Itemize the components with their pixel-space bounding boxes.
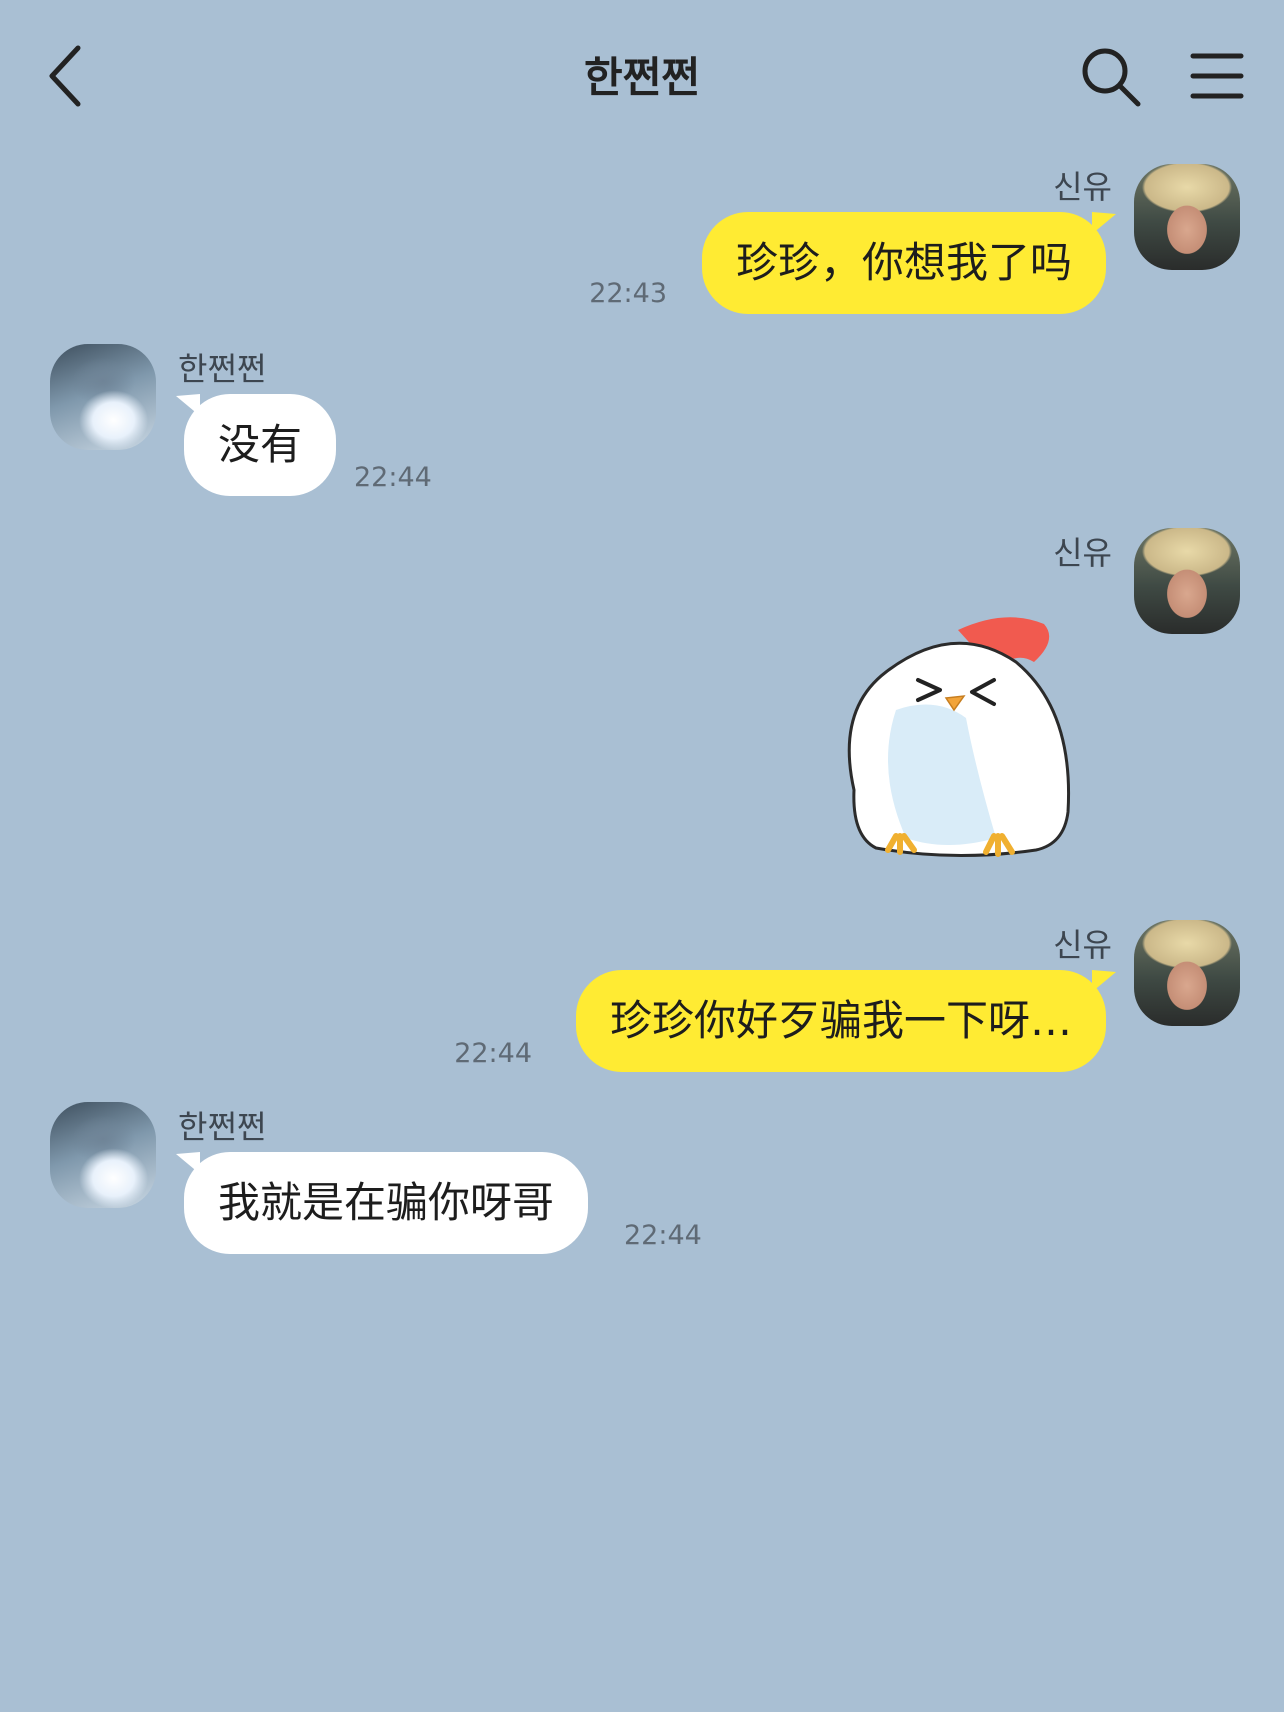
sender-name: 신유 [1053, 926, 1112, 964]
message-bubble[interactable]: 珍珍你好歹骗我一下呀… [575, 970, 1106, 1072]
avatar[interactable] [50, 1102, 156, 1208]
sender-name: 한쩐쩐 [178, 1108, 267, 1146]
avatar[interactable] [1134, 920, 1240, 1026]
hamburger-menu-icon[interactable] [1190, 50, 1244, 102]
chevron-left-icon[interactable] [40, 40, 100, 112]
sender-name: 신유 [1053, 534, 1112, 572]
chat-header: 한쩐쩐 [0, 0, 1284, 150]
chicken-sticker[interactable] [836, 600, 1084, 864]
message-bubble[interactable]: 我就是在骗你呀哥 [184, 1152, 589, 1254]
avatar[interactable] [50, 344, 156, 450]
sender-name: 한쩐쩐 [178, 350, 267, 388]
sender-name: 신유 [1053, 168, 1112, 206]
message-bubble[interactable]: 没有 [184, 394, 337, 496]
message-time: 22:44 [454, 1038, 532, 1069]
search-icon[interactable] [1080, 46, 1142, 108]
message-time: 22:44 [624, 1220, 702, 1251]
message-bubble[interactable]: 珍珍，你想我了吗 [701, 212, 1106, 314]
message-time: 22:43 [589, 278, 667, 309]
message-time: 22:44 [354, 462, 432, 493]
avatar[interactable] [1134, 164, 1240, 270]
avatar[interactable] [1134, 528, 1240, 634]
